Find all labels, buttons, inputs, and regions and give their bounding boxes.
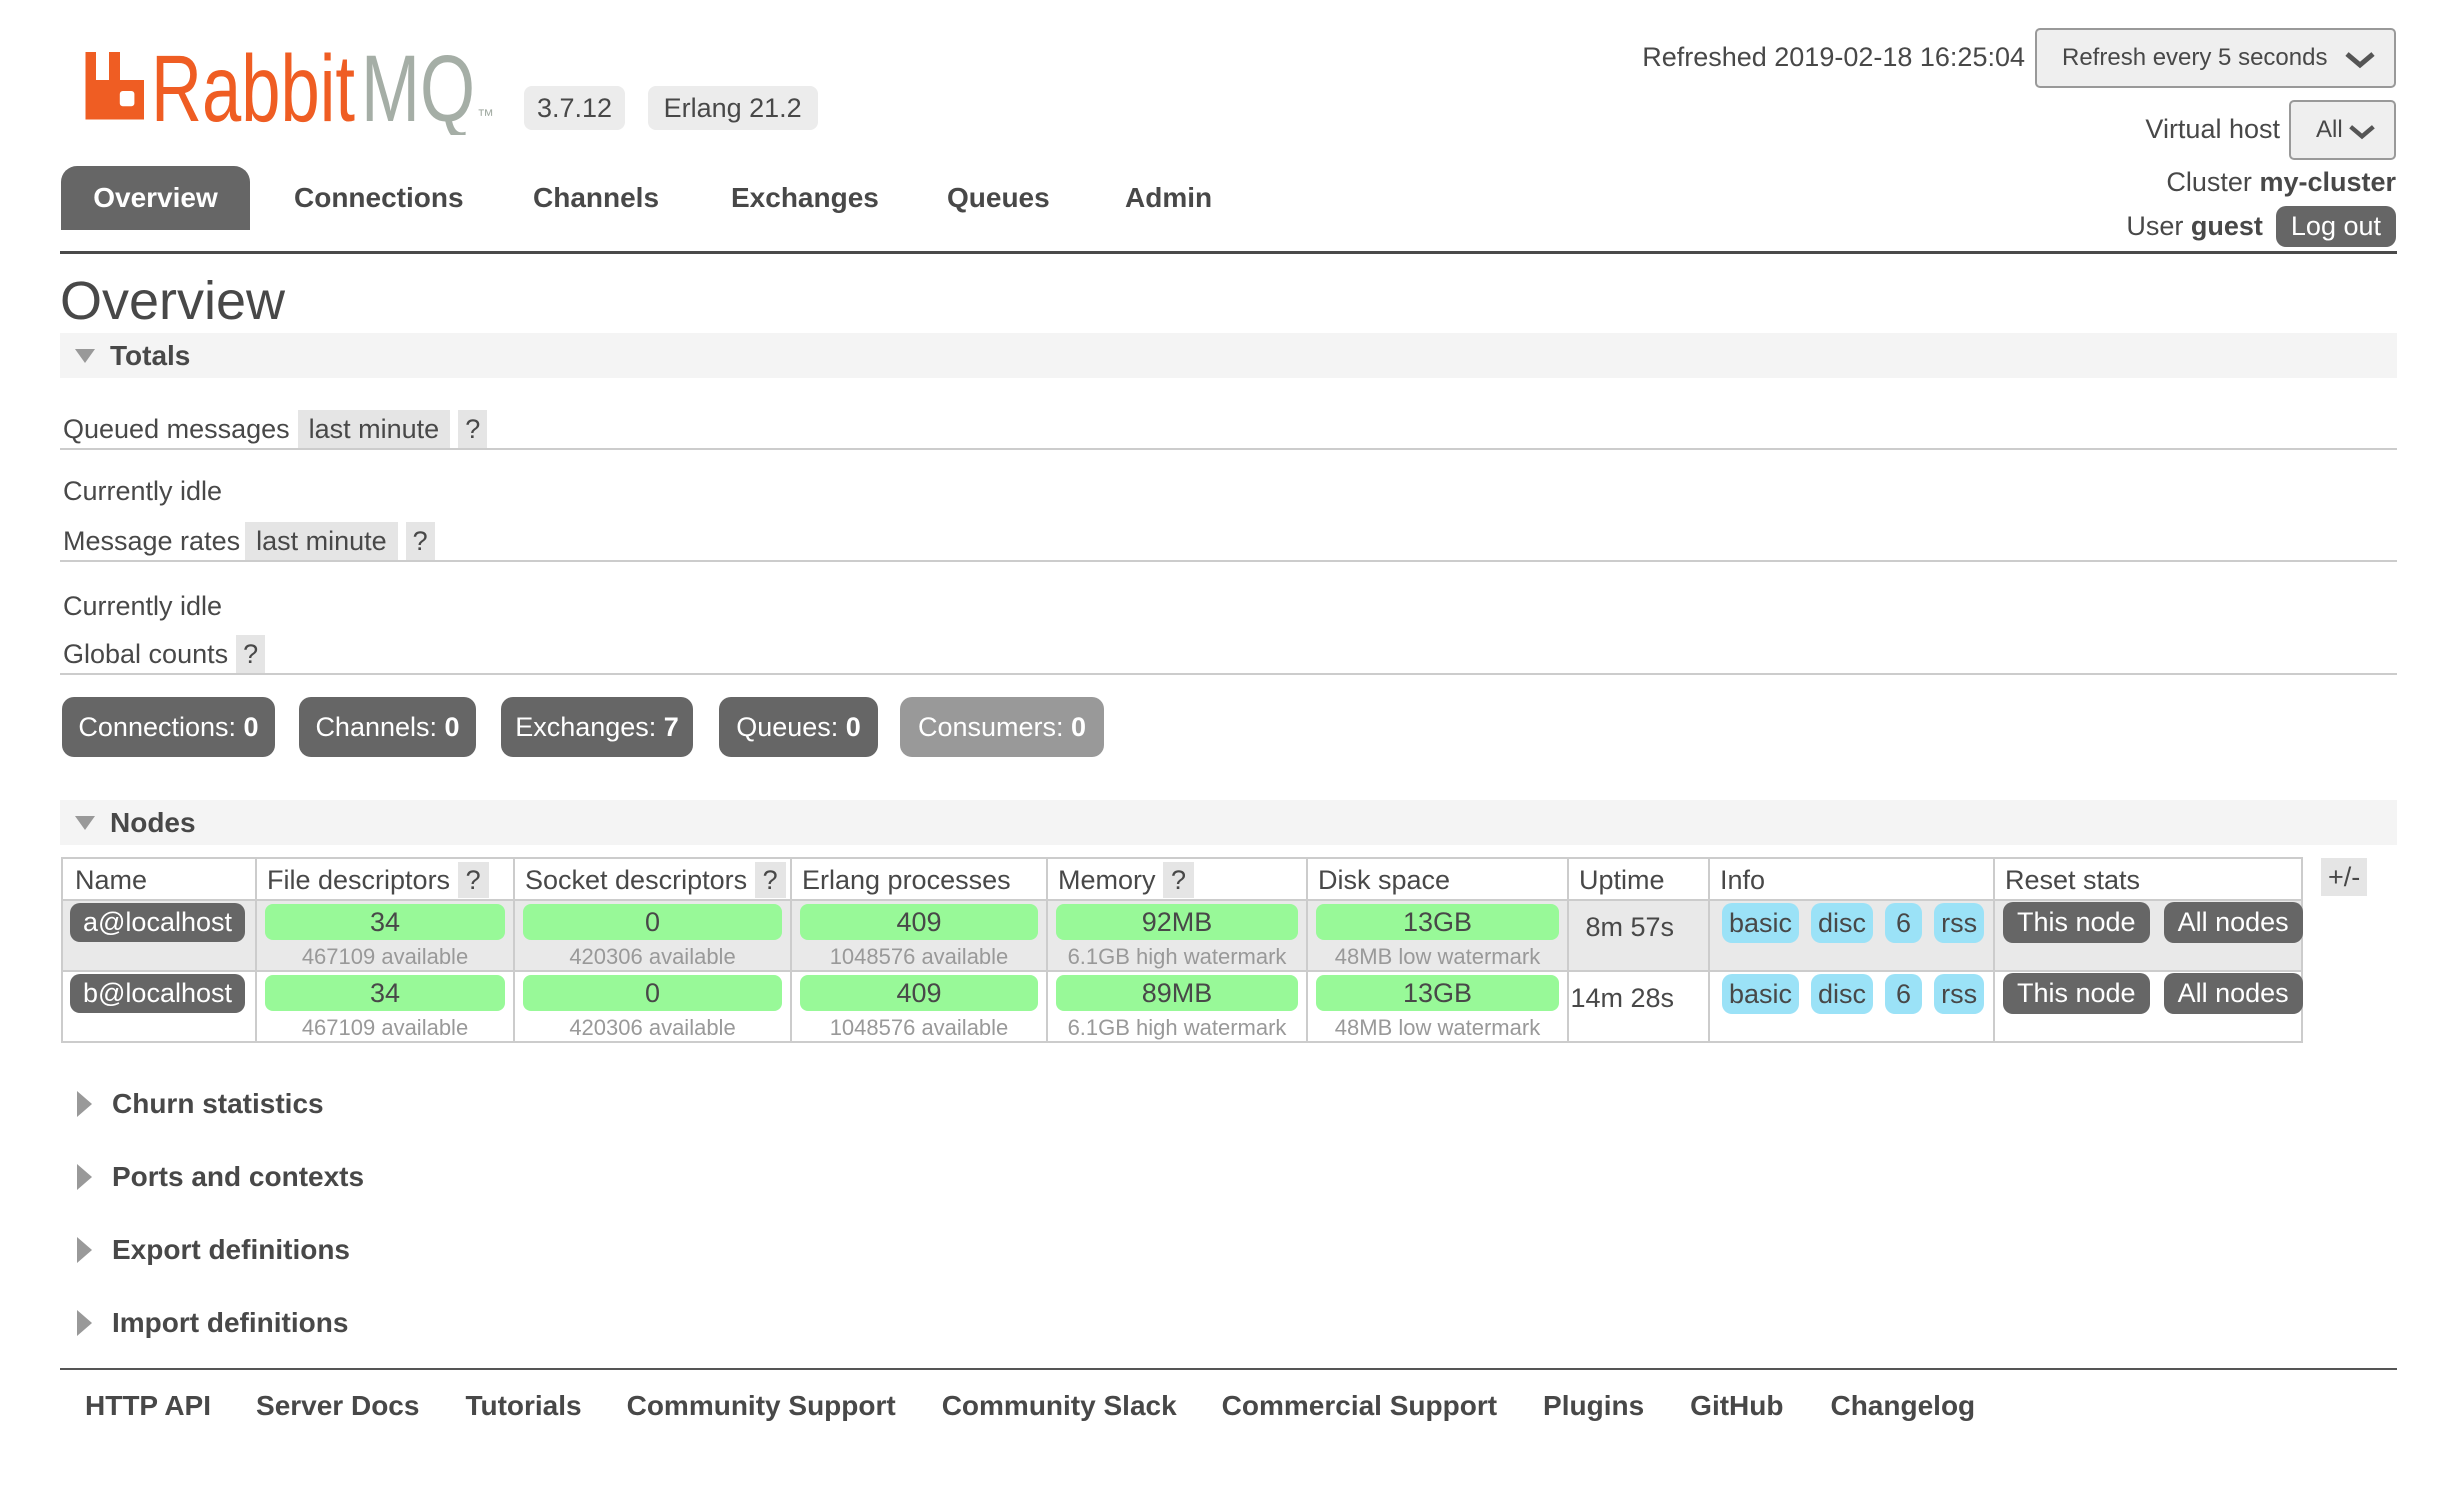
svg-text:Rabbit: Rabbit: [151, 45, 355, 135]
svg-text:™: ™: [477, 106, 494, 125]
svg-text:MQ: MQ: [361, 45, 475, 135]
